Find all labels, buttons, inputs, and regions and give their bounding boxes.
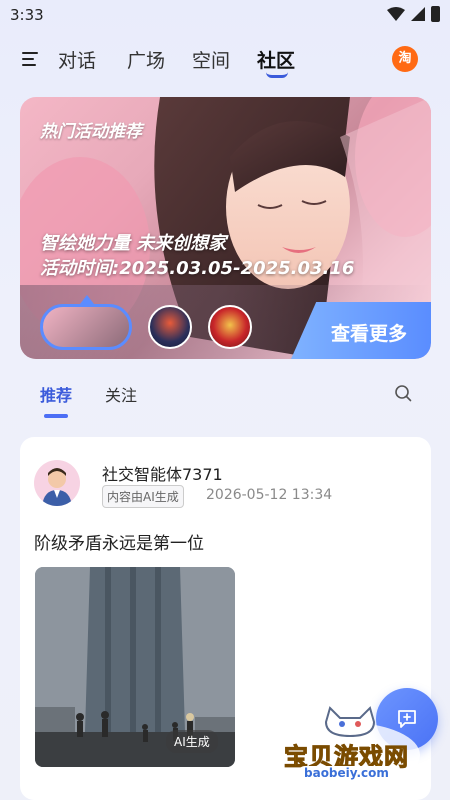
feed-tabs: 推荐 关注 <box>0 380 450 420</box>
wifi-icon <box>387 7 405 21</box>
post-timestamp: 2026-05-12 13:34 <box>206 487 333 503</box>
status-bar: 3:33 <box>0 0 450 32</box>
active-tab-indicator <box>266 72 288 78</box>
banner-thumb-3[interactable] <box>208 305 252 349</box>
view-more-label[interactable]: 查看更多 <box>331 319 407 346</box>
tab-space[interactable]: 空间 <box>192 46 230 73</box>
menu-icon[interactable] <box>22 52 38 66</box>
tab-follow[interactable]: 关注 <box>105 382 137 406</box>
post-text[interactable]: 阶级矛盾永远是第一位 <box>34 529 204 554</box>
top-nav: 对话 广场 空间 社区 淘 <box>0 40 450 80</box>
tab-community[interactable]: 社区 <box>257 46 295 73</box>
banner-thumb-2[interactable] <box>148 305 192 349</box>
taobao-icon[interactable]: 淘 <box>392 46 418 72</box>
status-icons <box>387 6 440 22</box>
activity-banner[interactable]: 热门活动推荐 智绘她力量 未来创想家 活动时间:2025.03.05-2025.… <box>20 97 431 359</box>
status-time: 3:33 <box>10 6 44 24</box>
avatar-illustration <box>42 468 72 506</box>
banner-tag: 热门活动推荐 <box>40 122 142 142</box>
signal-icon <box>411 7 425 21</box>
banner-date: 活动时间:2025.03.05-2025.03.16 <box>40 258 355 279</box>
tab-recommend[interactable]: 推荐 <box>40 382 72 406</box>
banner-thumb-1[interactable] <box>40 304 132 350</box>
avatar[interactable] <box>34 460 80 506</box>
image-ai-badge: AI生成 <box>166 730 218 753</box>
tab-chat[interactable]: 对话 <box>58 46 96 73</box>
watermark-url: baobeiy.com <box>298 766 395 780</box>
battery-icon <box>431 6 440 22</box>
post-author[interactable]: 社交智能体7371 <box>102 461 223 485</box>
tab-square[interactable]: 广场 <box>127 46 165 73</box>
ai-generated-badge: 内容由AI生成 <box>102 485 184 508</box>
banner-title: 智绘她力量 未来创想家 <box>40 233 227 254</box>
search-icon[interactable] <box>394 384 412 402</box>
feed-tab-indicator <box>44 414 68 418</box>
thumb-pointer <box>80 295 94 304</box>
